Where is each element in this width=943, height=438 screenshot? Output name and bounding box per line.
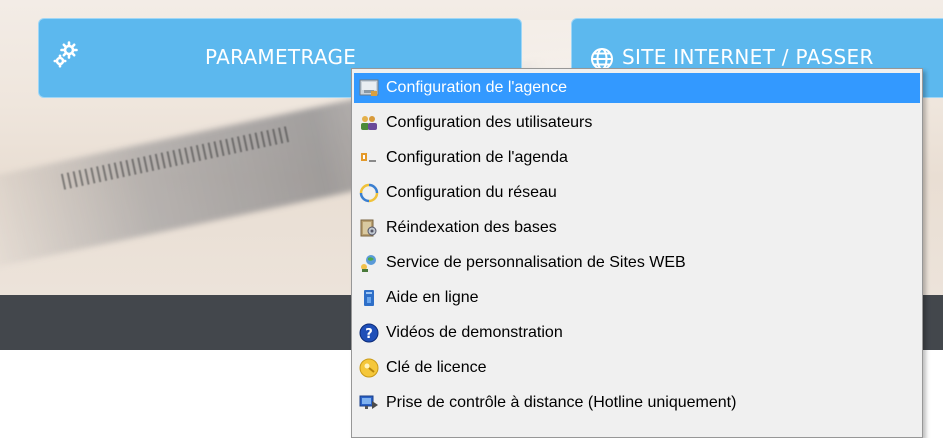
menu-item-configuration-utilisateurs[interactable]: Configuration des utilisateurs [354, 108, 920, 138]
gears-icon [53, 41, 79, 74]
menu-item-configuration-agenda[interactable]: Configuration de l'agenda [354, 143, 920, 173]
network-icon [358, 182, 380, 204]
agency-config-icon [358, 77, 380, 99]
key-icon [358, 357, 380, 379]
menu-item-reindexation-bases[interactable]: Réindexation des bases [354, 213, 920, 243]
menu-item-aide-en-ligne[interactable]: Aide en ligne [354, 283, 920, 313]
users-icon [358, 112, 380, 134]
agenda-icon [358, 147, 380, 169]
menu-item-videos-demonstration[interactable]: ? Vidéos de demonstration [354, 318, 920, 348]
svg-text:?: ? [365, 327, 373, 342]
menu-item-prise-de-controle[interactable]: Prise de contrôle à distance (Hotline un… [354, 388, 920, 418]
web-service-icon [358, 252, 380, 274]
remote-control-icon [358, 392, 380, 414]
menu-item-configuration-reseau[interactable]: Configuration du réseau [354, 178, 920, 208]
menu-item-service-personnalisation[interactable]: Service de personnalisation de Sites WEB [354, 248, 920, 278]
tile-site-internet-label: SITE INTERNET / PASSER [622, 45, 874, 69]
question-icon: ? [358, 322, 380, 344]
reindex-icon [358, 217, 380, 239]
menu-item-cle-de-licence[interactable]: Clé de licence [354, 353, 920, 383]
tile-parametrage-label: PARAMETRAGE [205, 45, 357, 69]
menu-item-configuration-agence[interactable]: Configuration de l'agence [354, 73, 920, 103]
context-menu: Configuration de l'agence Configuration … [351, 68, 923, 438]
help-book-icon [358, 287, 380, 309]
